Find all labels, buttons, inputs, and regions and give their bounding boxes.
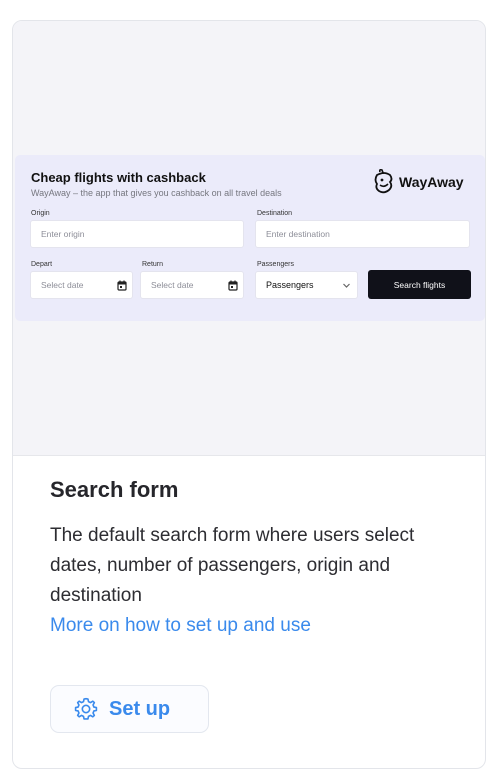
widget-description: The default search form where users sele… [50, 521, 470, 641]
return-label: Return [142, 261, 164, 268]
passengers-select[interactable]: Passengers [255, 271, 358, 299]
wayaway-logo: WayAway [373, 169, 464, 195]
origin-placeholder: Enter origin [41, 229, 85, 239]
destination-input[interactable]: Enter destination [255, 220, 470, 248]
setup-label: Set up [109, 697, 171, 720]
setup-guide-link[interactable]: More on how to set up and use [50, 611, 470, 641]
search-flights-button[interactable]: Search flights [368, 270, 471, 299]
depart-label: Depart [31, 261, 53, 268]
widget-title: Cheap flights with cashback [31, 170, 206, 185]
passengers-value: Passengers [266, 280, 314, 290]
destination-placeholder: Enter destination [266, 229, 330, 239]
origin-input[interactable]: Enter origin [30, 220, 244, 248]
wayaway-mascot-icon [374, 169, 393, 194]
depart-placeholder: Select date [41, 280, 84, 290]
destination-label: Destination [257, 210, 293, 217]
widget-info: Search form The default search form wher… [50, 475, 470, 641]
return-placeholder: Select date [151, 280, 194, 290]
calendar-icon [228, 280, 238, 291]
search-form-widget: Cheap flights with cashback WayAway – th… [15, 155, 485, 321]
origin-label: Origin [31, 210, 50, 217]
logo-text: WayAway [399, 174, 464, 190]
description-text: The default search form where users sele… [50, 525, 415, 606]
gear-icon [74, 697, 98, 720]
widget-subtitle: WayAway – the app that gives you cashbac… [31, 188, 282, 198]
return-date-input[interactable]: Select date [140, 271, 244, 299]
widget-preview: Cheap flights with cashback WayAway – th… [13, 21, 485, 456]
passengers-label: Passengers [257, 261, 294, 268]
setup-button[interactable]: Set up [50, 685, 209, 733]
widget-card: Cheap flights with cashback WayAway – th… [12, 20, 486, 769]
chevron-down-icon [343, 283, 350, 288]
depart-date-input[interactable]: Select date [30, 271, 133, 299]
calendar-icon [117, 280, 127, 291]
widget-name: Search form [50, 477, 179, 502]
